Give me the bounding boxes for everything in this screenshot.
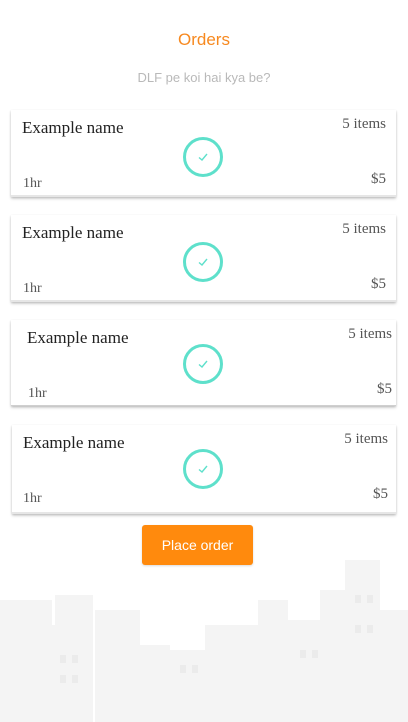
order-time: 1hr — [23, 491, 42, 506]
order-name: Example name — [23, 433, 125, 452]
order-items-count: 5 items — [344, 431, 388, 447]
order-price: $5 — [371, 276, 386, 292]
order-card[interactable]: Example name 5 items 1hr $5 — [11, 110, 396, 197]
check-circle-icon — [183, 242, 223, 282]
order-price: $5 — [373, 486, 388, 502]
page-subtitle: DLF pe koi hai kya be? — [137, 70, 271, 85]
order-name: Example name — [27, 328, 129, 347]
order-items-count: 5 items — [348, 326, 392, 342]
order-card[interactable]: Example name 5 items 1hr $5 — [11, 215, 396, 302]
order-time: 1hr — [23, 281, 42, 296]
order-time: 1hr — [23, 176, 42, 191]
check-circle-icon — [183, 137, 223, 177]
order-name: Example name — [22, 118, 124, 137]
order-price: $5 — [371, 171, 386, 187]
page-title: Orders — [178, 30, 230, 49]
order-name: Example name — [22, 223, 124, 242]
order-card[interactable]: Example name 5 items 1hr $5 — [11, 320, 396, 406]
check-circle-icon — [183, 344, 223, 384]
order-price: $5 — [377, 381, 392, 397]
order-items-count: 5 items — [342, 116, 386, 132]
city-skyline-illustration — [0, 560, 408, 722]
order-time: 1hr — [28, 386, 47, 401]
place-order-button[interactable]: Place order — [142, 525, 253, 565]
check-circle-icon — [183, 449, 223, 489]
order-items-count: 5 items — [342, 221, 386, 237]
order-card[interactable]: Example name 5 items 1hr $5 — [12, 425, 396, 514]
